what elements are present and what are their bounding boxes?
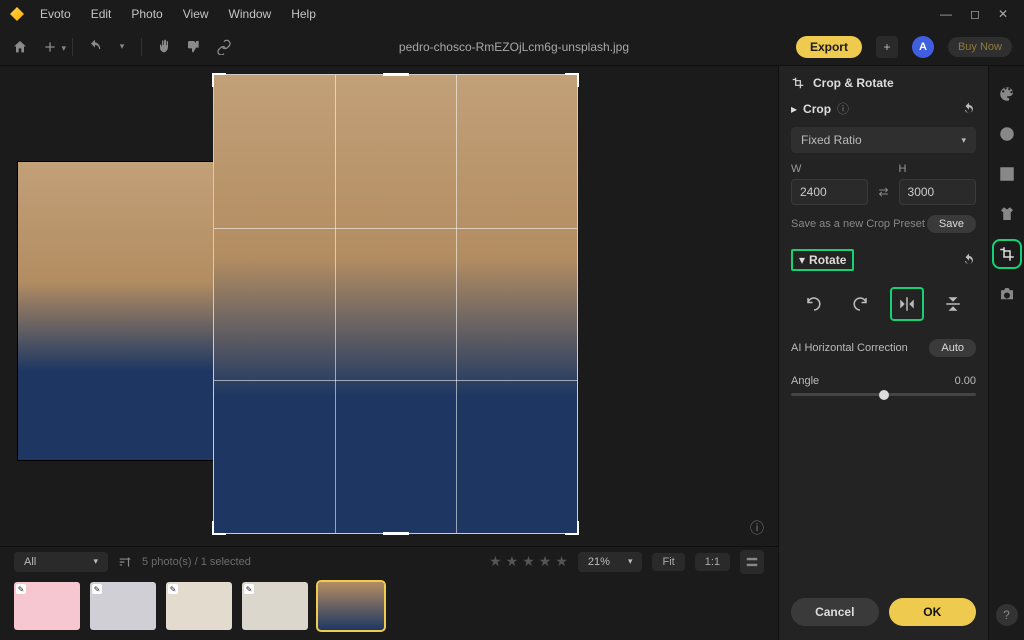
caret-right-icon: ▸ — [791, 102, 797, 116]
rotate-ccw-icon[interactable] — [797, 287, 831, 321]
height-input[interactable] — [899, 179, 976, 205]
rail-crop-icon[interactable] — [997, 244, 1017, 264]
app-logo — [10, 7, 24, 21]
ratio-select-label: Fixed Ratio — [801, 133, 862, 147]
angle-slider-knob[interactable] — [879, 390, 889, 400]
link-icon[interactable] — [216, 39, 232, 55]
toolbar-divider — [141, 38, 142, 56]
zoom-select[interactable]: 21% ▾ — [578, 552, 643, 572]
rotate-cw-icon[interactable] — [843, 287, 877, 321]
edit-mark-icon: ✎ — [244, 584, 254, 594]
caret-down-icon: ▾ — [799, 253, 805, 267]
edit-mark-icon: ✎ — [92, 584, 102, 594]
sort-icon[interactable] — [118, 555, 132, 569]
info-icon[interactable]: ⓘ — [837, 100, 849, 117]
ratio-select[interactable]: Fixed Ratio ▾ — [791, 127, 976, 153]
star-icon[interactable]: ★ — [555, 553, 568, 570]
menu-app[interactable]: Evoto — [32, 3, 79, 25]
star-icon[interactable]: ★ — [489, 553, 502, 570]
rotate-section-header[interactable]: ▾ Rotate — [791, 249, 854, 271]
height-label: H — [899, 163, 976, 175]
menu-photo[interactable]: Photo — [123, 3, 170, 25]
rail-background-icon[interactable] — [997, 164, 1017, 184]
undo-icon[interactable] — [87, 39, 103, 55]
flip-vertical-icon[interactable] — [936, 287, 970, 321]
photo-preview-original — [17, 161, 241, 461]
export-button[interactable]: Export — [796, 36, 862, 58]
window-close-icon[interactable]: ✕ — [998, 7, 1008, 21]
window-maximize-icon[interactable]: ◻ — [970, 7, 980, 21]
zoom-label: 21% — [588, 556, 610, 568]
width-input[interactable] — [791, 179, 868, 205]
thumbnail[interactable]: ✎ — [242, 582, 308, 630]
angle-value: 0.00 — [955, 375, 976, 387]
crop-label: Crop — [803, 102, 831, 116]
filter-label: All — [24, 556, 36, 568]
rail-palette-icon[interactable] — [997, 84, 1017, 104]
chevron-down-icon: ▾ — [628, 556, 633, 567]
menu-edit[interactable]: Edit — [83, 3, 120, 25]
add-workspace-icon[interactable]: + — [876, 36, 898, 58]
menu-window[interactable]: Window — [221, 3, 280, 25]
menu-help[interactable]: Help — [283, 3, 324, 25]
fit-button[interactable]: Fit — [652, 553, 684, 571]
auto-button[interactable]: Auto — [929, 339, 976, 357]
help-icon[interactable]: ? — [996, 604, 1018, 626]
panel-title-label: Crop & Rotate — [813, 76, 894, 90]
toolbar-divider — [72, 38, 73, 56]
filmstrip: ✎ ✎ ✎ ✎ — [0, 576, 778, 640]
info-icon[interactable]: ⓘ — [750, 518, 764, 538]
ai-correction-label: AI Horizontal Correction — [791, 342, 908, 354]
ratio-button[interactable]: 1:1 — [695, 553, 730, 571]
save-preset-button[interactable]: Save — [927, 215, 976, 233]
chevron-down-icon: ▾ — [93, 556, 98, 567]
photo-count-label: 5 photo(s) / 1 selected — [142, 556, 251, 568]
save-preset-label: Save as a new Crop Preset — [791, 218, 925, 230]
star-icon[interactable]: ★ — [506, 553, 519, 570]
rating-stars[interactable]: ★ ★ ★ ★ ★ — [489, 553, 568, 570]
home-icon[interactable] — [12, 39, 28, 55]
thumbnail[interactable]: ✎ — [166, 582, 232, 630]
edit-mark-icon: ✎ — [16, 584, 26, 594]
width-label: W — [791, 163, 868, 175]
photo-preview-cropped[interactable] — [213, 74, 578, 534]
filter-select[interactable]: All ▾ — [14, 552, 108, 572]
panel-title: Crop & Rotate — [791, 76, 976, 90]
crop-section-header[interactable]: ▸ Crop ⓘ — [791, 100, 976, 117]
rail-face-icon[interactable] — [997, 124, 1017, 144]
hand-tool-icon[interactable] — [156, 39, 172, 55]
toggle-filmstrip-icon[interactable] — [740, 550, 764, 574]
menu-view[interactable]: View — [175, 3, 217, 25]
flip-horizontal-icon[interactable] — [890, 287, 924, 321]
buy-button[interactable]: Buy Now — [948, 37, 1012, 57]
angle-label: Angle — [791, 375, 819, 387]
crop-reset-icon[interactable] — [962, 102, 976, 116]
rotate-label: Rotate — [809, 253, 846, 267]
canvas[interactable]: ⓘ — [0, 66, 778, 546]
chevron-down-icon: ▾ — [961, 135, 966, 146]
add-icon[interactable]: ▾ — [42, 39, 58, 55]
rotate-reset-icon[interactable] — [962, 253, 976, 267]
ok-button[interactable]: OK — [889, 598, 977, 626]
window-minimize-icon[interactable]: — — [940, 7, 952, 21]
undo-dropdown-icon[interactable]: ▾ — [117, 39, 127, 55]
thumbs-down-icon[interactable] — [186, 39, 202, 55]
avatar[interactable]: A — [912, 36, 934, 58]
star-icon[interactable]: ★ — [539, 553, 552, 570]
thumbnail[interactable]: ✎ — [14, 582, 80, 630]
angle-slider[interactable] — [791, 393, 976, 396]
swap-wh-icon[interactable]: ⇄ — [878, 169, 888, 199]
rail-clothes-icon[interactable] — [997, 204, 1017, 224]
file-title: pedro-chosco-RmEZOjLcm6g-unsplash.jpg — [246, 40, 782, 54]
thumbnail-selected[interactable] — [318, 582, 384, 630]
cancel-button[interactable]: Cancel — [791, 598, 879, 626]
thumbnail[interactable]: ✎ — [90, 582, 156, 630]
star-icon[interactable]: ★ — [522, 553, 535, 570]
rail-camera-icon[interactable] — [997, 284, 1017, 304]
edit-mark-icon: ✎ — [168, 584, 178, 594]
